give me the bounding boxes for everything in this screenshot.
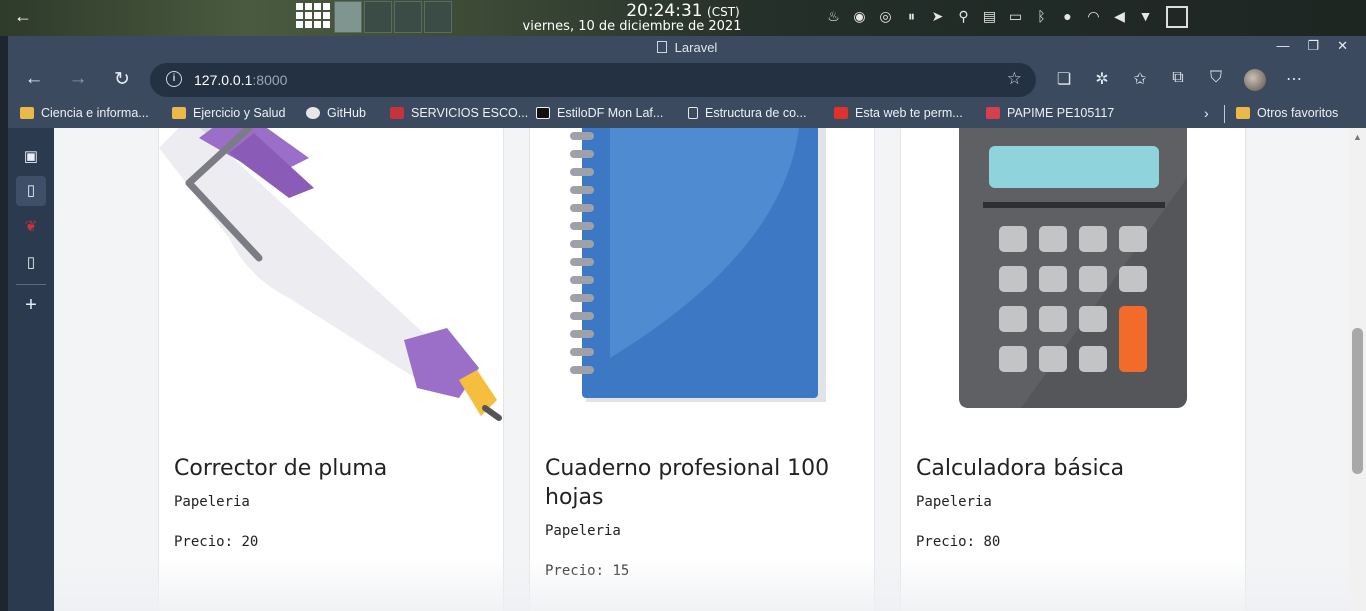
bookmark-item[interactable]: GitHub xyxy=(306,106,366,120)
sync-icon[interactable]: ◎ xyxy=(878,8,893,25)
url-text[interactable]: 127.0.0.1:8000 xyxy=(194,72,287,88)
notebook-image xyxy=(570,128,826,402)
window-title: Laravel xyxy=(674,40,718,55)
tab-actions-icon[interactable]: ⧉ xyxy=(1168,69,1188,91)
page-content: Corrector de pluma Papeleria Precio: 20 … xyxy=(54,128,1349,611)
pen-corrector-image xyxy=(159,128,502,421)
bookmark-item[interactable]: Ciencia e informa... xyxy=(20,106,149,120)
system-tray[interactable]: ♨ ◉ ◎ ⏸ ➤ ⚲ ▤ ▭ ᛒ ● ◠ ◀ ▼ xyxy=(826,8,1153,25)
browser-sidebar: ▣ ▯ ❦ ▯ + xyxy=(8,128,54,611)
pause-icon[interactable]: ⏸ xyxy=(904,8,919,25)
product-price: Precio: 20 xyxy=(174,534,259,550)
collections-icon[interactable]: ❏ xyxy=(1054,69,1074,91)
toolbar-icons: ❏ ✲ ✩ ⧉ ⛉ ⋯ xyxy=(1054,69,1304,91)
window-controls: — ❐ ✕ xyxy=(1276,38,1348,54)
os-top-bar: ← 20:24:31 (CST) viernes, 10 de diciembr… xyxy=(0,0,1366,36)
back-icon[interactable]: ← xyxy=(22,68,46,90)
product-name: Calculadora básica xyxy=(916,456,1125,481)
sidebar-document-icon[interactable]: ▯ xyxy=(16,248,46,278)
papime-icon xyxy=(986,107,1000,119)
folder-icon xyxy=(1236,107,1250,119)
add-icon[interactable]: + xyxy=(16,290,46,320)
bookmarks-divider xyxy=(1224,105,1225,123)
product-category: Papeleria xyxy=(545,523,621,539)
bookmarks-bar: Ciencia e informa... Ejercicio y Salud G… xyxy=(8,100,1366,128)
scroll-up-icon[interactable]: ▲ xyxy=(1353,132,1362,142)
ch-icon xyxy=(834,107,848,119)
browser-toolbar: ← → ↻ i 127.0.0.1:8000 ☆ ❏ ✲ ✩ ⧉ ⛉ ⋯ xyxy=(8,60,1366,100)
bookmark-item[interactable]: SERVICIOS ESCO... xyxy=(390,106,528,120)
telegram-icon[interactable]: ➤ xyxy=(930,8,945,25)
bookmark-item[interactable]: Estructura de co... xyxy=(688,106,806,120)
page-icon xyxy=(656,41,667,53)
product-category: Papeleria xyxy=(916,494,992,510)
add-favorite-icon[interactable]: ☆ xyxy=(1007,69,1022,89)
sidebar-page-icon[interactable]: ▯ xyxy=(16,176,46,206)
battery-icon[interactable]: ▭ xyxy=(1008,8,1023,25)
address-bar[interactable]: i 127.0.0.1:8000 ☆ xyxy=(150,63,1036,97)
product-name: Corrector de pluma xyxy=(174,456,388,481)
clipboard-icon[interactable]: ▤ xyxy=(982,8,997,25)
show-desktop-icon[interactable] xyxy=(1166,6,1188,28)
notification-icon[interactable]: ♨ xyxy=(826,8,841,25)
dropdown-icon[interactable]: ▼ xyxy=(1138,8,1153,25)
product-name: Cuaderno profesional 100 hojas xyxy=(545,456,830,510)
close-icon[interactable]: ✕ xyxy=(1337,38,1348,54)
site-info-icon[interactable]: i xyxy=(166,71,182,87)
clock-timezone: (CST) xyxy=(707,5,740,19)
reload-icon[interactable]: ↻ xyxy=(110,68,134,91)
clock[interactable]: 20:24:31 (CST) xyxy=(0,1,1366,21)
restore-icon[interactable]: ❐ xyxy=(1307,38,1319,54)
favorites-icon[interactable]: ✩ xyxy=(1130,69,1150,91)
other-bookmarks[interactable]: Otros favoritos xyxy=(1236,106,1338,120)
github-icon xyxy=(306,107,320,119)
site-icon xyxy=(536,107,550,119)
record-icon[interactable]: ◉ xyxy=(852,8,867,25)
folder-icon xyxy=(172,107,186,119)
wifi-icon[interactable]: ◠ xyxy=(1086,8,1101,25)
forward-icon[interactable]: → xyxy=(66,68,90,90)
product-price: Precio: 15 xyxy=(545,563,630,579)
sidebar-school-icon[interactable]: ❦ xyxy=(16,212,46,242)
tabs-icon[interactable]: ▣ xyxy=(16,142,46,172)
minimize-icon[interactable]: — xyxy=(1276,38,1289,54)
bookmark-item[interactable]: PAPIME PE105117 xyxy=(986,106,1114,120)
chevron-right-icon[interactable]: › xyxy=(1204,105,1209,121)
more-menu-icon[interactable]: ⋯ xyxy=(1284,69,1304,91)
page-scrollbar[interactable]: ▲ xyxy=(1349,128,1366,611)
browser-essentials-icon[interactable]: ⛉ xyxy=(1206,69,1226,91)
extensions-icon[interactable]: ✲ xyxy=(1092,69,1112,91)
calculator-image xyxy=(959,128,1187,408)
product-card[interactable]: Cuaderno profesional 100 hojas Papeleria… xyxy=(529,128,875,611)
bookmark-item[interactable]: Ejercicio y Salud xyxy=(172,106,285,120)
clock-time: 20:24:31 xyxy=(626,1,703,21)
product-price: Precio: 80 xyxy=(916,534,1001,550)
bookmark-item[interactable]: Esta web te perm... xyxy=(834,106,963,120)
location-icon[interactable]: ⚲ xyxy=(956,8,971,25)
product-card[interactable]: Corrector de pluma Papeleria Precio: 20 xyxy=(158,128,504,611)
sidebar-divider xyxy=(16,284,46,285)
profile-avatar[interactable] xyxy=(1244,69,1266,91)
document-icon xyxy=(688,107,698,119)
volume-icon[interactable]: ◀ xyxy=(1112,8,1127,25)
browser-title-bar: Laravel — ❐ ✕ xyxy=(8,36,1366,60)
product-card[interactable]: Calculadora básica Papeleria Precio: 80 xyxy=(900,128,1246,611)
bluetooth-icon[interactable]: ᛒ xyxy=(1034,8,1049,25)
bookmark-item[interactable]: EstiloDF Mon Laf... xyxy=(536,106,663,120)
folder-icon xyxy=(20,107,34,119)
microphone-icon[interactable]: ● xyxy=(1060,8,1075,25)
scrollbar-thumb[interactable] xyxy=(1352,328,1363,474)
product-category: Papeleria xyxy=(174,494,250,510)
school-icon xyxy=(390,107,404,119)
